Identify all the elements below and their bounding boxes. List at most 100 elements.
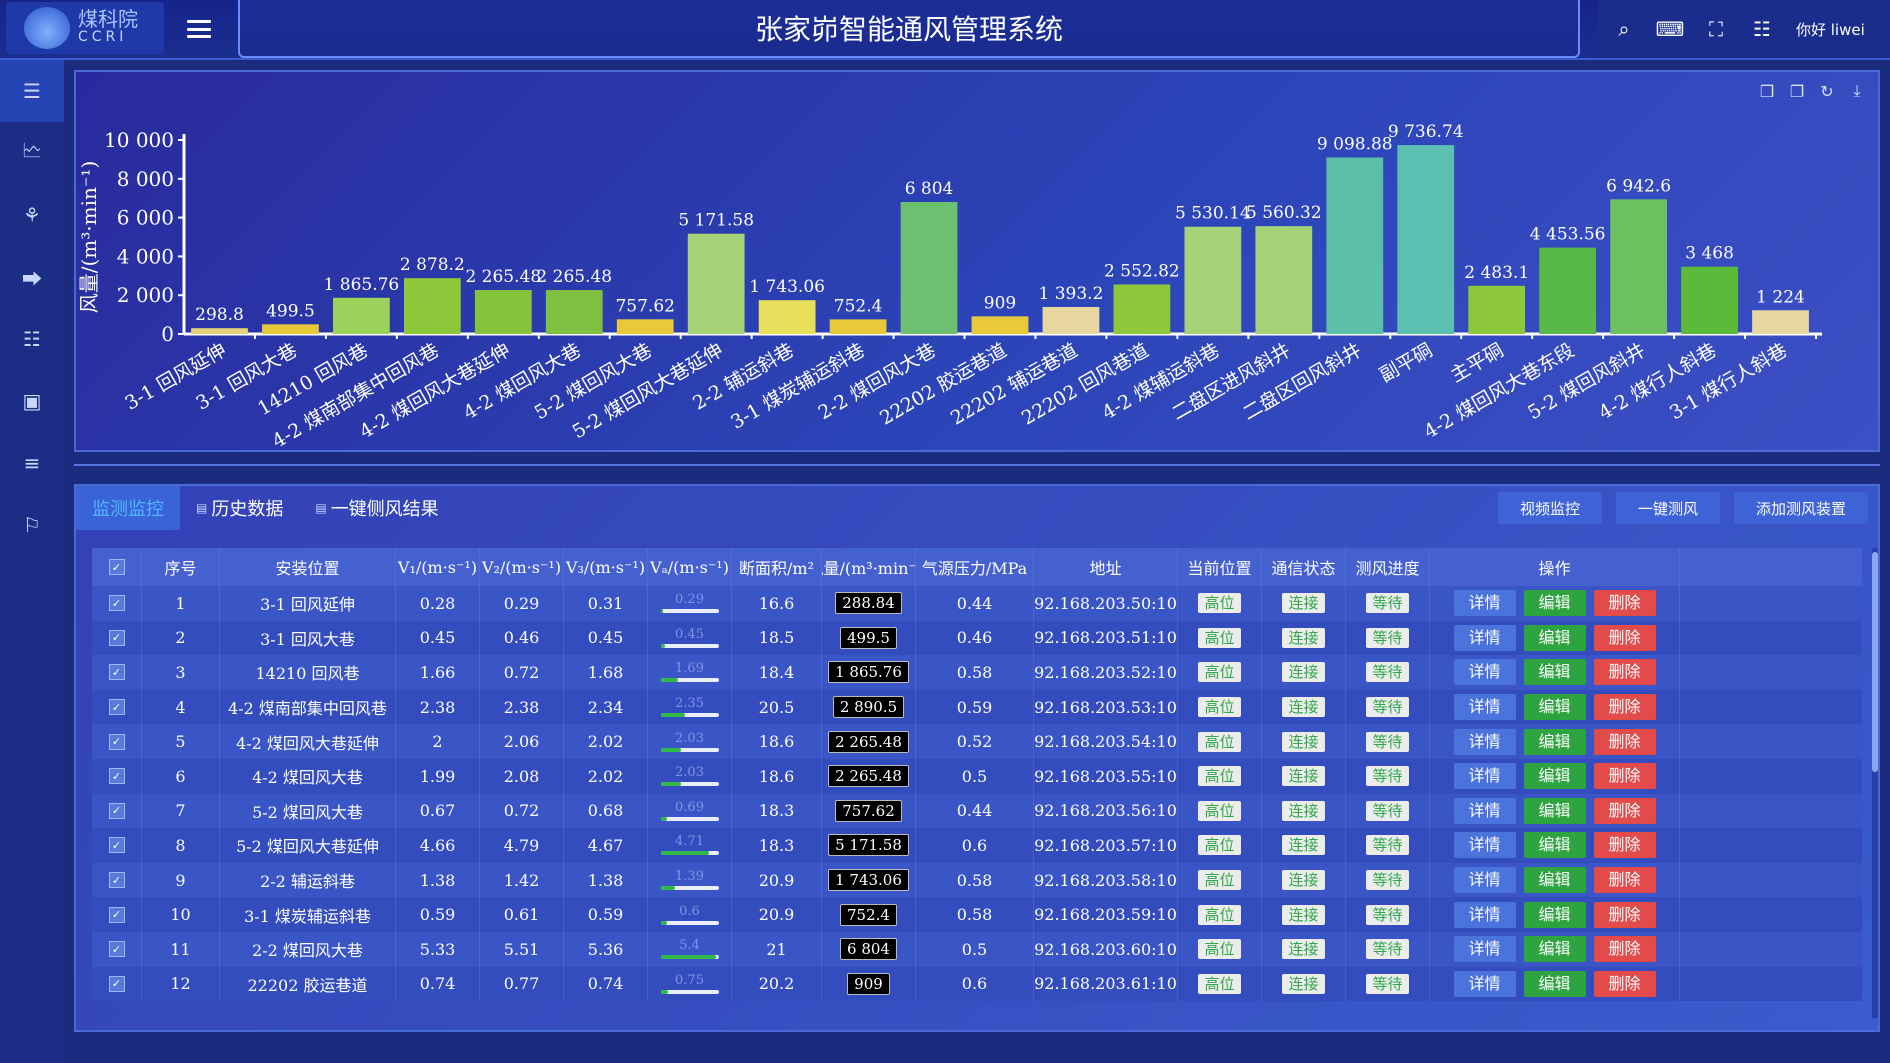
alarm-icon[interactable]: ⚐	[0, 494, 64, 556]
report-icon[interactable]: ☷	[0, 308, 64, 370]
fan-icon[interactable]: ⚘	[0, 184, 64, 246]
position-tag[interactable]: 高位	[1198, 835, 1241, 856]
row-checkbox[interactable]: ✓	[108, 699, 125, 716]
delete-button[interactable]: 删除	[1593, 728, 1656, 755]
position-tag[interactable]: 高位	[1198, 627, 1241, 648]
row-checkbox[interactable]: ✓	[108, 941, 125, 958]
edit-button[interactable]: 编辑	[1523, 590, 1586, 617]
progress-tag[interactable]: 等待	[1366, 627, 1409, 648]
table-row[interactable]: ✓ 7 5-2 煤回风大巷 0.67 0.72 0.68 0.69 18.3 757.62 0.4…	[92, 793, 1862, 829]
comm-status-tag[interactable]: 连接	[1282, 627, 1325, 648]
crop-icon[interactable]: ❒	[1756, 80, 1778, 102]
select-all-checkbox[interactable]: ✓	[108, 559, 125, 575]
position-tag[interactable]: 高位	[1198, 870, 1241, 891]
position-tag[interactable]: 高位	[1198, 766, 1241, 787]
delete-button[interactable]: 删除	[1593, 970, 1656, 997]
table-row[interactable]: ✓ 3 14210 回风巷 1.66 0.72 1.68 1.69 18.4 1 865.76 0…	[92, 655, 1862, 690]
delete-button[interactable]: 删除	[1593, 694, 1656, 721]
position-tag[interactable]: 高位	[1198, 939, 1241, 960]
position-tag[interactable]: 高位	[1198, 973, 1241, 994]
table-row[interactable]: ✓ 4 4-2 煤南部集中回风巷 2.38 2.38 2.34 2.35 20.5 2 890.…	[92, 689, 1862, 725]
progress-tag[interactable]: 等待	[1366, 835, 1409, 856]
row-checkbox[interactable]: ✓	[108, 595, 125, 612]
table-scrollbar[interactable]	[1872, 548, 1878, 1018]
row-checkbox[interactable]: ✓	[108, 872, 125, 889]
add-device-button[interactable]: 添加测风装置	[1733, 492, 1868, 524]
copy-icon[interactable]: ❐	[1786, 80, 1808, 102]
detail-button[interactable]: 详情	[1453, 694, 1516, 721]
oneclick-measure-button[interactable]: 一键测风	[1615, 492, 1720, 524]
row-checkbox[interactable]: ✓	[108, 664, 125, 681]
position-tag[interactable]: 高位	[1198, 731, 1241, 752]
comm-status-tag[interactable]: 连接	[1282, 870, 1325, 891]
delete-button[interactable]: 删除	[1593, 867, 1656, 894]
edit-button[interactable]: 编辑	[1523, 659, 1586, 686]
position-tag[interactable]: 高位	[1198, 800, 1241, 821]
user-greeting[interactable]: 你好 liwei	[1796, 19, 1865, 40]
detail-button[interactable]: 详情	[1453, 867, 1516, 894]
position-tag[interactable]: 高位	[1198, 697, 1241, 718]
progress-tag[interactable]: 等待	[1366, 593, 1409, 614]
fullscreen-icon[interactable]: ⛶	[1696, 9, 1736, 49]
position-tag[interactable]: 高位	[1198, 593, 1241, 614]
table-row[interactable]: ✓ 5 4-2 煤回风大巷延伸 2 2.06 2.02 2.03 18.6 2 265.48 0.…	[92, 724, 1862, 759]
detail-button[interactable]: 详情	[1453, 624, 1516, 651]
row-checkbox[interactable]: ✓	[108, 802, 125, 819]
position-tag[interactable]: 高位	[1198, 904, 1241, 925]
table-row[interactable]: ✓ 10 3-1 煤炭辅运斜巷 0.59 0.61 0.59 0.6 20.9 752.4 0.5…	[92, 897, 1862, 932]
detail-button[interactable]: 详情	[1453, 936, 1516, 963]
edit-button[interactable]: 编辑	[1523, 624, 1586, 651]
progress-tag[interactable]: 等待	[1366, 731, 1409, 752]
edit-button[interactable]: 编辑	[1523, 728, 1586, 755]
row-checkbox[interactable]: ✓	[108, 629, 125, 646]
comm-status-tag[interactable]: 连接	[1282, 766, 1325, 787]
table-row[interactable]: ✓ 8 5-2 煤回风大巷延伸 4.66 4.79 4.67 4.71 18.3 5 171.5…	[92, 828, 1862, 863]
monitor-icon[interactable]: ▣	[0, 370, 64, 432]
edit-button[interactable]: 编辑	[1523, 832, 1586, 859]
detail-button[interactable]: 详情	[1453, 590, 1516, 617]
sliders-icon[interactable]: ≡	[0, 432, 64, 494]
progress-tag[interactable]: 等待	[1366, 697, 1409, 718]
comm-status-tag[interactable]: 连接	[1282, 662, 1325, 683]
edit-button[interactable]: 编辑	[1523, 936, 1586, 963]
row-checkbox[interactable]: ✓	[108, 906, 125, 923]
grid-icon[interactable]: ☷	[1742, 9, 1782, 49]
detail-button[interactable]: 详情	[1453, 797, 1516, 824]
progress-tag[interactable]: 等待	[1366, 662, 1409, 683]
progress-tag[interactable]: 等待	[1366, 800, 1409, 821]
edit-button[interactable]: 编辑	[1523, 901, 1586, 928]
detail-button[interactable]: 详情	[1453, 659, 1516, 686]
edit-button[interactable]: 编辑	[1523, 867, 1586, 894]
edit-button[interactable]: 编辑	[1523, 970, 1586, 997]
table-row[interactable]: ✓1222202 胶运巷道0.740.770.740.7520.29090.61…	[92, 966, 1862, 1002]
table-row[interactable]: ✓ 112-2 煤回风大巷5.335.515.36 5.4 21 6 804 0.5192…	[92, 931, 1862, 967]
progress-tag[interactable]: 等待	[1366, 904, 1409, 925]
progress-tag[interactable]: 等待	[1366, 939, 1409, 960]
tab-history[interactable]: ▤ 历史数据	[180, 486, 299, 530]
share-icon[interactable]: ⮕	[0, 246, 64, 308]
delete-button[interactable]: 删除	[1593, 763, 1656, 790]
position-tag[interactable]: 高位	[1198, 662, 1241, 683]
comm-status-tag[interactable]: 连接	[1282, 593, 1325, 614]
row-checkbox[interactable]: ✓	[108, 975, 125, 992]
row-checkbox[interactable]: ✓	[108, 733, 125, 750]
list-icon[interactable]: ☰	[0, 60, 64, 122]
detail-button[interactable]: 详情	[1453, 970, 1516, 997]
progress-tag[interactable]: 等待	[1366, 870, 1409, 891]
progress-tag[interactable]: 等待	[1366, 766, 1409, 787]
detail-button[interactable]: 详情	[1453, 728, 1516, 755]
row-checkbox[interactable]: ✓	[108, 768, 125, 785]
table-row[interactable]: ✓ 9 2-2 辅运斜巷 1.38 1.42 1.38 1.39 20.9 1 743.06 0.…	[92, 862, 1862, 898]
table-row[interactable]: ✓23-1 回风大巷0.450.460.450.4518.5499.50.461…	[92, 620, 1862, 656]
edit-button[interactable]: 编辑	[1523, 797, 1586, 824]
video-monitor-button[interactable]: 视频监控	[1497, 492, 1602, 524]
delete-button[interactable]: 删除	[1593, 832, 1656, 859]
keyboard-icon[interactable]: ⌨	[1650, 9, 1690, 49]
comm-status-tag[interactable]: 连接	[1282, 800, 1325, 821]
tab-oneclick-result[interactable]: ▤ 一键侧风结果	[299, 486, 454, 530]
detail-button[interactable]: 详情	[1453, 832, 1516, 859]
chart-icon[interactable]: 🗠	[0, 122, 64, 184]
delete-button[interactable]: 删除	[1593, 936, 1656, 963]
delete-button[interactable]: 删除	[1593, 797, 1656, 824]
table-row[interactable]: ✓ 1 3-1 回风延伸 0.28 0.29 0.31 0.29 16.6 288.84 0.44…	[92, 586, 1862, 621]
